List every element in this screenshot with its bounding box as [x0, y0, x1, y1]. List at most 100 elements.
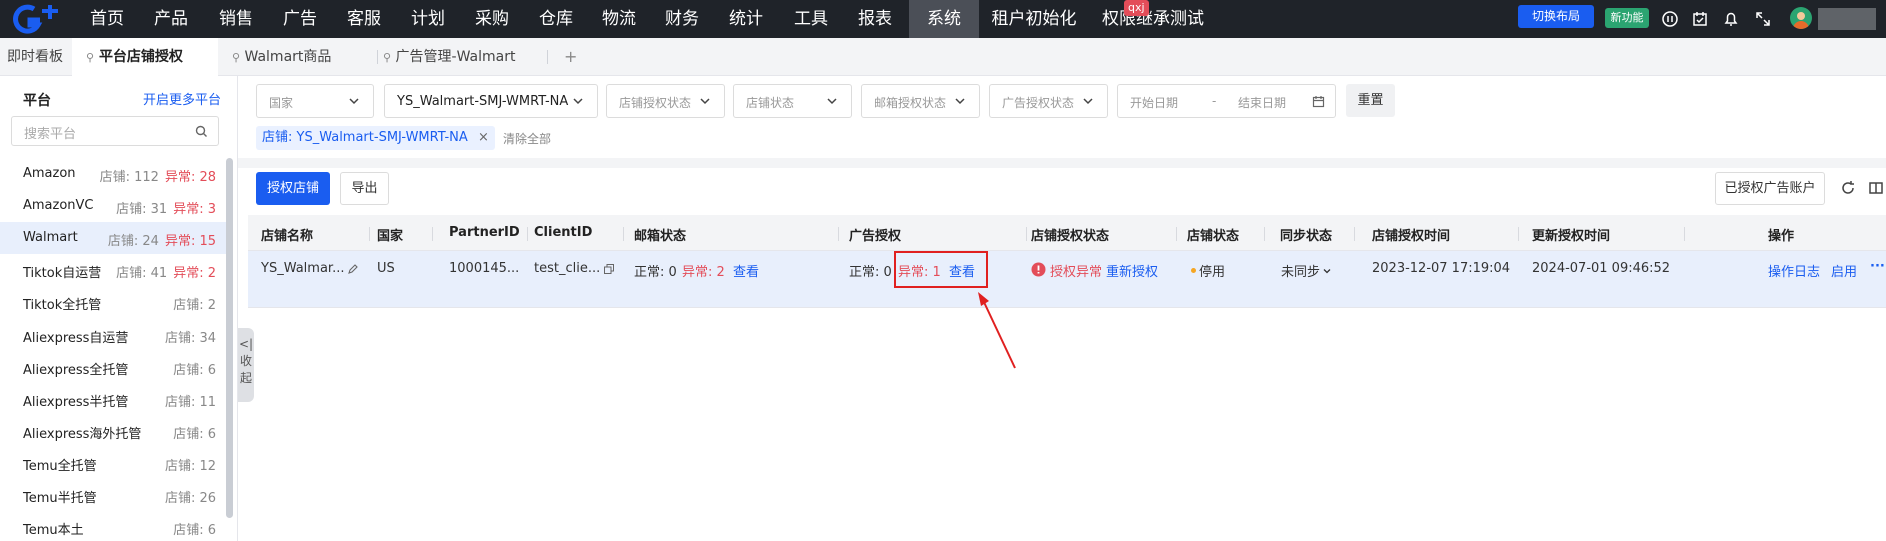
chevron-down-icon	[1083, 98, 1093, 105]
mail-view-link[interactable]: 查看	[733, 261, 759, 280]
export-button[interactable]: 导出	[340, 172, 389, 205]
add-tab-button[interactable]: +	[564, 38, 577, 76]
fullscreen-icon[interactable]	[1753, 9, 1773, 29]
authorize-store-button[interactable]: 授权店铺	[256, 172, 330, 205]
sidebar-item-name: Temu半托管	[23, 491, 97, 506]
partner-id-cell: 1000145...	[449, 261, 520, 276]
tab-dashboard[interactable]: 即时看板	[7, 38, 63, 76]
sidebar-item-name: Amazon	[23, 166, 76, 181]
nav-item[interactable]: 财务	[665, 0, 699, 38]
nav-item[interactable]: 广告	[283, 0, 317, 38]
date-range-picker[interactable]: 开始日期 - 结束日期	[1117, 84, 1336, 118]
tab-bar: 即时看板 ⚲ 平台店铺授权 ⚲ Walmart商品 ⚲ 广告管理-Walmart…	[0, 38, 1886, 76]
store-status-cell: 停用	[1199, 265, 1226, 280]
store-count: 店铺: 2	[173, 298, 216, 314]
enable-link[interactable]: 启用	[1831, 261, 1857, 280]
chip-label: 店铺: YS_Walmart-SMJ-WMRT-NA	[262, 130, 468, 145]
nav-item[interactable]: 仓库	[539, 0, 573, 38]
operation-log-link[interactable]: 操作日志	[1768, 261, 1820, 280]
store-status-select[interactable]: 店铺状态	[733, 84, 852, 118]
tab-ad-management-walmart[interactable]: ⚲ 广告管理-Walmart	[383, 38, 543, 76]
country-select[interactable]: 国家	[256, 84, 374, 118]
nav-item[interactable]: 工具	[794, 0, 828, 38]
edit-icon[interactable]	[347, 263, 359, 275]
nav-item[interactable]: 权限继承测试	[1098, 0, 1208, 38]
store-select[interactable]: YS_Walmart-SMJ-WMRT-NA	[384, 84, 598, 118]
nav-item[interactable]: 采购	[475, 0, 509, 38]
close-icon[interactable]: ×	[478, 130, 489, 145]
ad-normal-count: 正常: 0	[849, 265, 892, 280]
sidebar-item[interactable]: Aliexpress海外托管 店铺: 6	[0, 415, 226, 447]
platform-sidebar: 平台 开启更多平台 搜索平台 Amazon 店铺: 112 异常: 28 Amazon…	[0, 76, 238, 541]
sidebar-item[interactable]: Amazon 店铺: 112 异常: 28	[0, 158, 226, 190]
sidebar-item-stats: 店铺: 26	[165, 487, 216, 506]
pause-circle-icon[interactable]	[1660, 9, 1680, 29]
tab-divider	[547, 50, 548, 64]
sync-status-dropdown[interactable]: 未同步	[1281, 261, 1332, 280]
calendar-check-icon[interactable]	[1690, 9, 1710, 29]
nav-item[interactable]: 报表	[858, 0, 892, 38]
nav-item[interactable]: 系统	[909, 0, 979, 38]
start-date-placeholder: 开始日期	[1130, 96, 1179, 110]
col-divider	[1518, 227, 1519, 241]
sidebar-item-name: Tiktok自运营	[23, 266, 102, 282]
nav-item[interactable]: 首页	[90, 0, 124, 38]
sidebar-item[interactable]: Aliexpress自运营 店铺: 34	[0, 319, 226, 351]
sidebar-item[interactable]: Walmart 店铺: 24 异常: 15	[0, 222, 226, 255]
nav-item[interactable]: 销售	[219, 0, 253, 38]
nav-item[interactable]: 统计	[729, 0, 763, 38]
authorized-ad-accounts-button[interactable]: 已授权广告账户	[1715, 172, 1825, 205]
switch-layout-button[interactable]: 切换布局	[1518, 5, 1594, 28]
store-status-placeholder: 店铺状态	[746, 96, 795, 110]
logo-icon[interactable]	[12, 3, 60, 35]
sidebar-item[interactable]: Temu全托管 店铺: 12	[0, 447, 226, 479]
nav-item[interactable]: 租户初始化	[984, 0, 1084, 38]
sidebar-item[interactable]: Aliexpress半托管 店铺: 11	[0, 383, 226, 415]
mail-auth-status-select[interactable]: 邮箱授权状态	[861, 84, 980, 118]
nav-item[interactable]: 物流	[602, 0, 636, 38]
tab-label: 平台店铺授权	[98, 49, 183, 65]
sidebar-scrollbar[interactable]	[226, 158, 233, 518]
reset-button[interactable]: 重置	[1346, 84, 1395, 117]
bell-icon[interactable]	[1721, 9, 1741, 29]
client-id-cell: test_clie...	[534, 261, 601, 276]
sidebar-item[interactable]: Temu半托管 店铺: 26	[0, 479, 226, 511]
store-auth-status-select[interactable]: 店铺授权状态	[606, 84, 725, 118]
sidebar-item[interactable]: Temu本土 店铺: 6	[0, 511, 226, 541]
table-header: 店铺名称 国家 PartnerID ClientID 邮箱状态 广告授权 店铺授…	[248, 215, 1886, 251]
tab-platform-store-auth[interactable]: ⚲ 平台店铺授权	[72, 38, 218, 76]
error-count: 异常: 28	[164, 170, 216, 185]
sidebar-item[interactable]: AmazonVC 店铺: 31 异常: 3	[0, 190, 226, 222]
reauthorize-link[interactable]: 重新授权	[1106, 261, 1158, 280]
nav-item[interactable]: 产品	[154, 0, 188, 38]
col-partner-id: PartnerID	[449, 225, 520, 240]
country-cell: US	[377, 261, 395, 276]
sidebar-item[interactable]: Aliexpress全托管 店铺: 6	[0, 351, 226, 383]
new-feature-button[interactable]: 新功能	[1605, 8, 1649, 28]
platform-search-input[interactable]: 搜索平台	[11, 116, 219, 146]
collapse-sidebar-toggle[interactable]: <| 收 起	[238, 328, 254, 402]
error-count: 异常: 2	[173, 266, 216, 282]
sidebar-item[interactable]: Tiktok全托管 店铺: 2	[0, 286, 226, 318]
nav-item[interactable]: 计划	[411, 0, 445, 38]
more-actions-icon[interactable]: ···	[1870, 259, 1885, 274]
sidebar-item-name: Aliexpress自运营	[23, 330, 129, 346]
collapse-label-1: 收	[239, 354, 252, 368]
collapse-label-2: 起	[239, 371, 252, 385]
col-store-auth-status: 店铺授权状态	[1031, 229, 1110, 244]
avatar[interactable]	[1790, 7, 1812, 29]
enable-more-platforms-link[interactable]: 开启更多平台	[143, 89, 221, 108]
nav-item[interactable]: 客服	[347, 0, 381, 38]
ad-auth-status-select[interactable]: 广告授权状态	[989, 84, 1108, 118]
refresh-icon[interactable]	[1840, 180, 1856, 196]
sidebar-item[interactable]: Tiktok自运营 店铺: 41 异常: 2	[0, 254, 226, 286]
sidebar-item-stats: 店铺: 31 异常: 3	[116, 198, 216, 217]
clear-all-link[interactable]: 清除全部	[503, 130, 551, 147]
copy-icon[interactable]	[603, 263, 615, 275]
sidebar-item-stats: 店铺: 11	[165, 391, 216, 410]
sidebar-item-name: Temu本土	[23, 523, 84, 539]
tab-walmart-products[interactable]: ⚲ Walmart商品	[232, 38, 372, 76]
columns-icon[interactable]	[1868, 180, 1884, 196]
username-block[interactable]	[1818, 8, 1876, 30]
sidebar-item-name: Walmart	[23, 230, 78, 246]
